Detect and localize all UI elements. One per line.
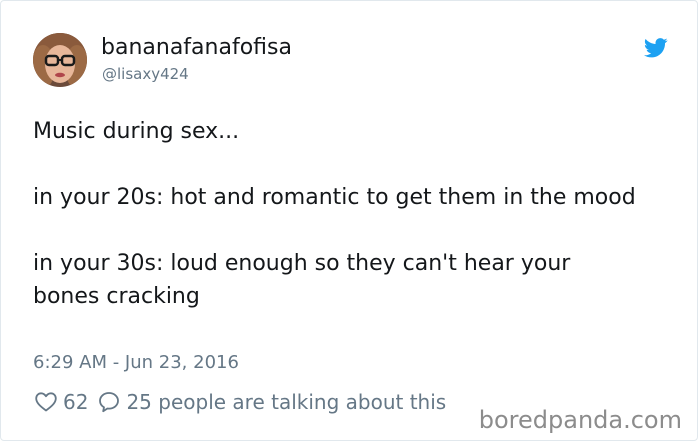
- likes-count[interactable]: 62: [63, 390, 88, 414]
- people-talking-link[interactable]: 25 people are talking about this: [126, 390, 446, 414]
- tweet-paragraph: in your 20s: hot and romantic to get the…: [33, 185, 636, 210]
- speech-bubble-icon[interactable]: [98, 391, 120, 413]
- avatar-image: [33, 33, 87, 87]
- tweet-actions: 62 25 people are talking about this: [35, 388, 446, 416]
- tweet-timestamp[interactable]: 6:29 AM - Jun 23, 2016: [33, 351, 239, 375]
- author-display-name[interactable]: bananafanafofisa: [101, 34, 292, 62]
- avatar[interactable]: [33, 33, 87, 87]
- watermark-text: boredpanda.com: [478, 406, 682, 434]
- tweet-paragraph: in your 30s: loud enough so they can't h…: [33, 251, 571, 309]
- tweet-text: Music during sex... in your 20s: hot and…: [33, 115, 643, 313]
- tweet-card: bananafanafofisa @lisaxy424 Music during…: [0, 0, 698, 441]
- tweet-paragraph: Music during sex...: [33, 119, 240, 144]
- twitter-bird-icon[interactable]: [643, 38, 668, 58]
- author-handle[interactable]: @lisaxy424: [102, 64, 189, 84]
- heart-icon[interactable]: [35, 392, 57, 412]
